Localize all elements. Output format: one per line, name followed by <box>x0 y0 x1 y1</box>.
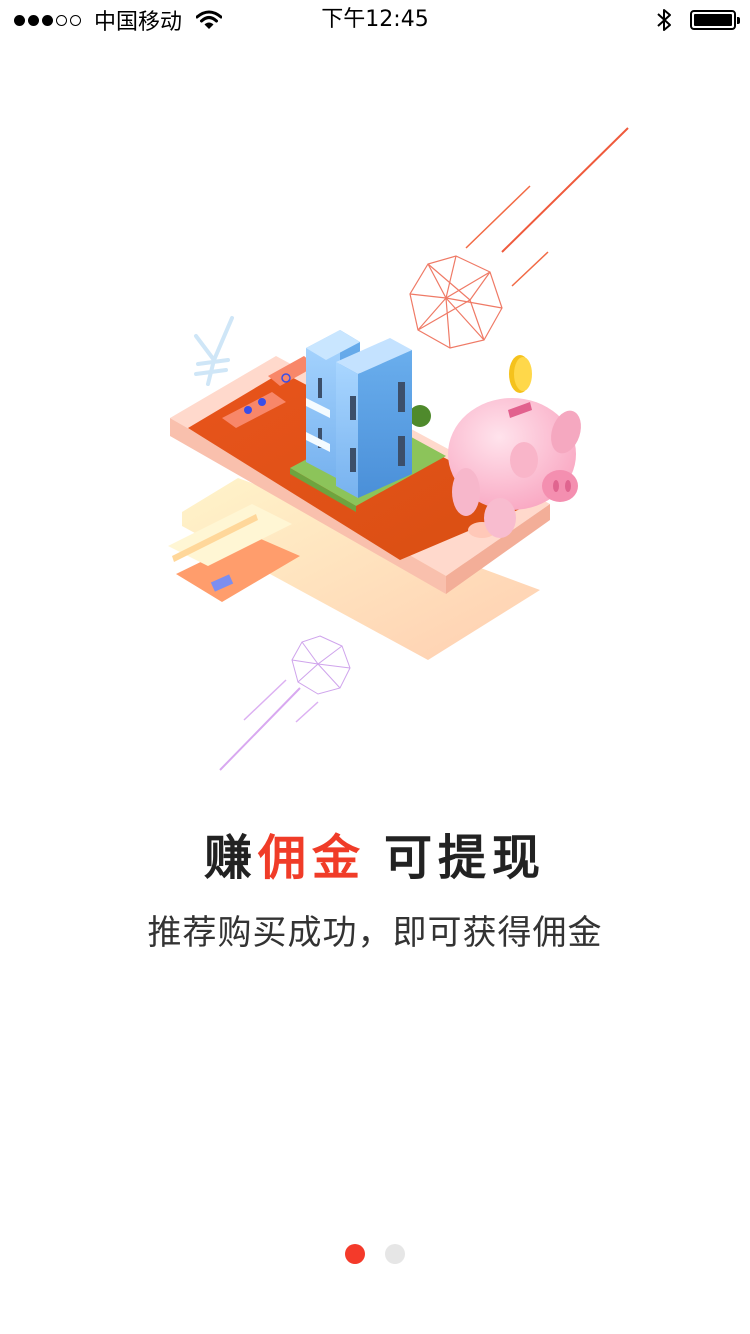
onboarding-headline: 赚佣金 可提现 <box>0 818 750 888</box>
battery-level <box>694 14 732 26</box>
headline-suffix: 可提现 <box>384 830 547 886</box>
headline-accent: 佣金 <box>257 830 366 886</box>
commission-illustration <box>168 127 629 771</box>
page-dot-inactive[interactable] <box>385 1244 405 1264</box>
wireframe-sphere-icon <box>409 255 503 349</box>
bluetooth-icon <box>657 9 671 31</box>
page-indicator <box>0 1244 750 1264</box>
page-dot-active[interactable] <box>345 1244 365 1264</box>
small-wireframe-sphere-icon <box>291 635 351 695</box>
yen-icon <box>194 316 234 386</box>
status-time: 下午12:45 <box>321 7 429 32</box>
headline-prefix: 赚 <box>203 830 258 886</box>
gold-coin-icon <box>509 355 532 393</box>
onboarding-subtitle: 推荐购买成功，即可获得佣金 <box>147 913 603 953</box>
battery-icon <box>690 10 740 30</box>
status-bar-right <box>656 6 740 34</box>
status-bar: 中国移动 下午12:45 <box>0 0 750 40</box>
